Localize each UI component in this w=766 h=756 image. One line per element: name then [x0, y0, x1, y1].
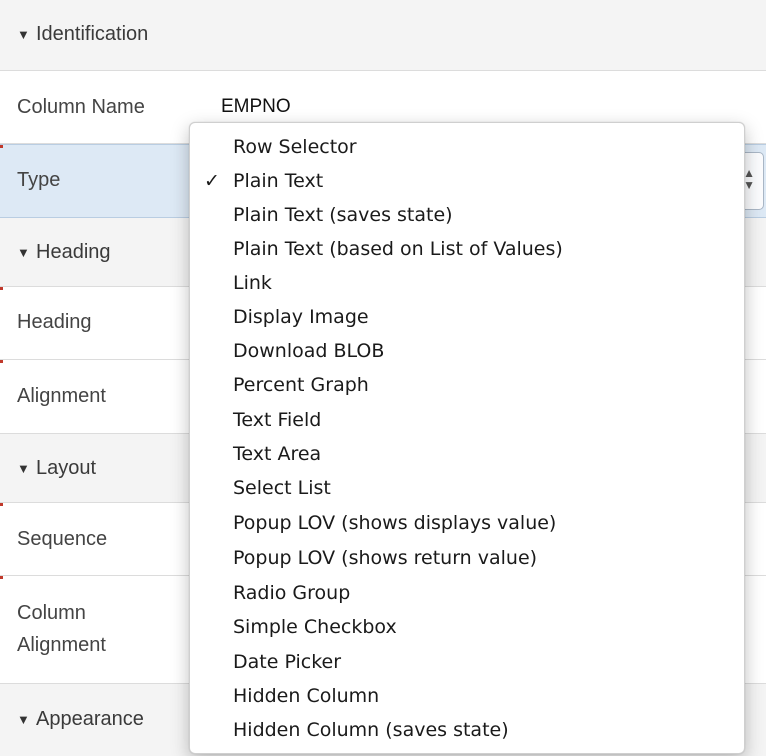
menu-item[interactable]: Link [190, 266, 744, 300]
column-name-label: Column Name [17, 96, 145, 118]
menu-item[interactable]: Radio Group [190, 576, 744, 610]
section-identification[interactable]: ▼ Identification [0, 0, 766, 71]
section-layout-label: Layout [36, 457, 97, 479]
row-marker [0, 503, 3, 506]
checkmark-icon: ✓ [204, 170, 220, 192]
menu-item[interactable]: Select List [190, 471, 744, 505]
triangle-down-icon: ▼ [17, 27, 30, 42]
type-label: Type [17, 169, 61, 191]
menu-item[interactable]: Percent Graph [190, 368, 744, 402]
triangle-down-icon: ▼ [17, 245, 30, 260]
section-identification-label: Identification [36, 23, 149, 45]
menu-item[interactable]: Popup LOV (shows return value) [190, 541, 744, 575]
column-alignment-label-line1: Column [17, 602, 86, 624]
menu-item-selected[interactable]: ✓ Plain Text [190, 164, 744, 198]
menu-item[interactable]: Text Field [190, 403, 744, 437]
property-editor-panel: ▼ Identification Column Name EMPNO Type … [0, 0, 766, 756]
row-marker [0, 576, 3, 579]
menu-item[interactable]: Simple Checkbox [190, 610, 744, 644]
row-marker [0, 360, 3, 363]
menu-item[interactable]: Plain Text (saves state) [190, 198, 744, 232]
heading-label: Heading [17, 311, 92, 333]
menu-item[interactable]: Popup LOV (shows displays value) [190, 506, 744, 540]
menu-item[interactable]: Download BLOB [190, 334, 744, 368]
menu-item[interactable]: Date Picker [190, 645, 744, 679]
triangle-down-icon: ▼ [17, 461, 30, 476]
column-name-value: EMPNO [221, 96, 291, 117]
row-marker [0, 145, 3, 148]
menu-item[interactable]: Hidden Column [190, 679, 744, 713]
alignment-label: Alignment [17, 385, 106, 407]
section-heading-label: Heading [36, 241, 111, 263]
triangle-down-icon: ▼ [17, 712, 30, 727]
type-dropdown-menu: Row Selector ✓ Plain Text Plain Text (sa… [189, 122, 745, 754]
row-marker [0, 287, 3, 290]
menu-item[interactable]: Plain Text (based on List of Values) [190, 232, 744, 266]
menu-item[interactable]: Display Image [190, 300, 744, 334]
menu-item[interactable]: Hidden Column (saves state) [190, 713, 744, 747]
sequence-label: Sequence [17, 528, 108, 550]
column-alignment-label-line2: Alignment [17, 634, 106, 656]
menu-item[interactable]: Text Area [190, 437, 744, 471]
section-appearance-label: Appearance [36, 708, 144, 730]
menu-item[interactable]: Row Selector [190, 130, 744, 164]
